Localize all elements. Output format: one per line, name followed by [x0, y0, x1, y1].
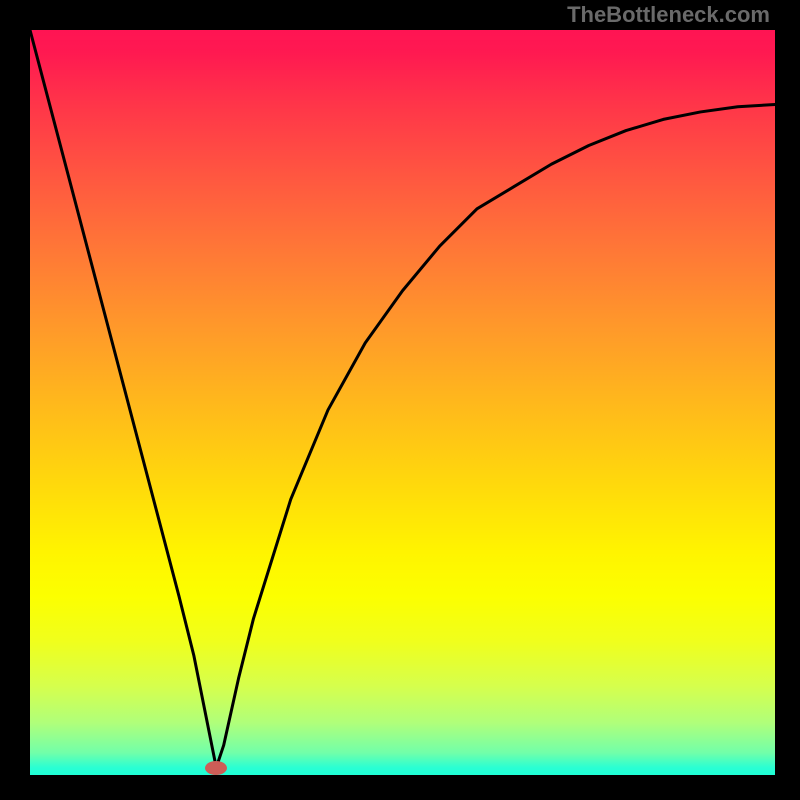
chart-canvas: TheBottleneck.com [0, 0, 800, 800]
curve-svg [30, 30, 775, 775]
bottleneck-curve [30, 30, 775, 768]
plot-area [30, 30, 775, 775]
minimum-marker [205, 761, 227, 775]
attribution-label: TheBottleneck.com [567, 2, 770, 28]
